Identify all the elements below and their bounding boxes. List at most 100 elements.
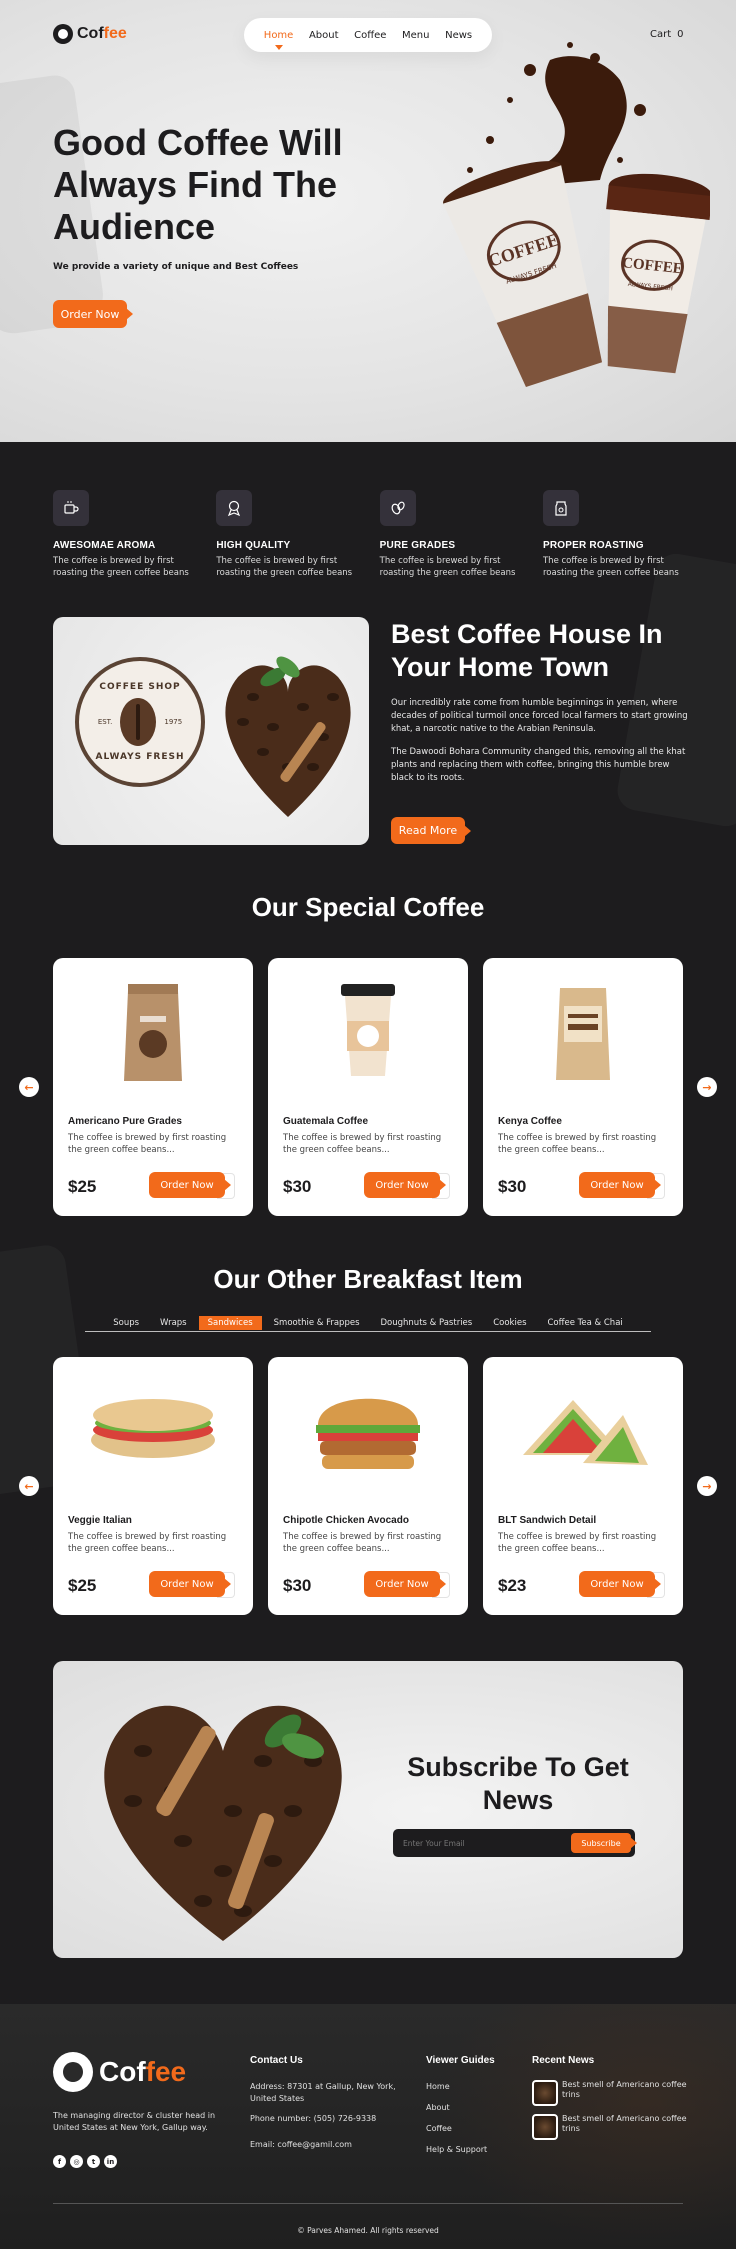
logo-text-prefix: Cof bbox=[99, 2056, 146, 2087]
facebook-icon[interactable]: f bbox=[53, 2155, 66, 2168]
feature-title: HIGH QUALITY bbox=[216, 540, 291, 551]
product-price: $23 bbox=[498, 1576, 527, 1595]
nav-coffee[interactable]: Coffee bbox=[354, 30, 386, 41]
logo-text-prefix: Cof bbox=[77, 25, 104, 42]
logo-icon bbox=[53, 24, 73, 44]
order-now-button[interactable]: Order Now bbox=[579, 1172, 655, 1198]
tab-smoothie-frappes[interactable]: Smoothie & Frappes bbox=[265, 1316, 369, 1330]
badge-est-label: EST. bbox=[97, 718, 113, 726]
linkedin-icon[interactable]: in bbox=[104, 2155, 117, 2168]
special-coffee-cards: Americano Pure Grades The coffee is brew… bbox=[53, 958, 683, 1216]
footer-logo[interactable]: Coffee bbox=[53, 2052, 186, 2092]
about-paragraph: The Dawoodi Bohara Community changed thi… bbox=[391, 747, 686, 783]
special-prev-arrow-icon[interactable]: ← bbox=[19, 1077, 39, 1097]
nav-about[interactable]: About bbox=[309, 30, 339, 41]
recent-news-title: Recent News bbox=[532, 2055, 595, 2066]
about-paragraph: Our incredibly rate come from humble beg… bbox=[391, 698, 688, 734]
news-thumbnail bbox=[532, 2114, 558, 2140]
order-now-button[interactable]: Order Now bbox=[149, 1172, 225, 1198]
order-now-button[interactable]: Order Now bbox=[364, 1172, 440, 1198]
coffee-bag-icon bbox=[542, 490, 579, 526]
product-price: $30 bbox=[283, 1177, 312, 1196]
tab-soups[interactable]: Soups bbox=[104, 1316, 148, 1330]
product-card[interactable]: Kenya Coffee The coffee is brewed by fir… bbox=[483, 958, 683, 1216]
sandwich-image bbox=[53, 1375, 253, 1485]
product-description: The coffee is brewed by first roasting t… bbox=[283, 1532, 442, 1554]
subscribe-title: Subscribe To Get News bbox=[407, 1752, 629, 1815]
nav-news[interactable]: News bbox=[445, 30, 472, 41]
feature-description: The coffee is brewed by first roasting t… bbox=[53, 556, 189, 578]
news-item[interactable]: Best smell of Americano coffee trins bbox=[532, 2080, 692, 2106]
product-name: Guatemala Coffee bbox=[283, 1116, 369, 1127]
tab-wraps[interactable]: Wraps bbox=[151, 1316, 196, 1330]
feature-item: PURE GRADES The coffee is brewed by firs… bbox=[379, 490, 530, 579]
product-price: $25 bbox=[68, 1177, 97, 1196]
breakfast-prev-arrow-icon[interactable]: ← bbox=[19, 1476, 39, 1496]
coffee-bean-icon bbox=[120, 698, 157, 746]
product-card[interactable]: BLT Sandwich Detail The coffee is brewed… bbox=[483, 1357, 683, 1615]
cart-count: 0 bbox=[677, 29, 684, 40]
order-now-button[interactable]: Order Now bbox=[364, 1571, 440, 1597]
contact-email[interactable]: Email: coffee@gamil.com bbox=[250, 2139, 352, 2151]
footer-link-about[interactable]: About bbox=[426, 2102, 450, 2114]
tab-coffee-tea-chai[interactable]: Coffee Tea & Chai bbox=[539, 1316, 632, 1330]
logo-text-accent: fee bbox=[145, 2056, 187, 2087]
product-description: The coffee is brewed by first roasting t… bbox=[498, 1532, 657, 1554]
hero-subtitle: We provide a variety of unique and Best … bbox=[53, 262, 299, 272]
hero-section: Coffee Home About Coffee Menu News Cart … bbox=[0, 0, 736, 442]
breakfast-tabs: Soups Wraps Sandwices Smoothie & Frappes… bbox=[85, 1316, 651, 1332]
coffee-shop-image: COFFEE SHOP EST. 1975 ALWAYS FRESH bbox=[53, 617, 369, 845]
coffee-bean-heart-image bbox=[225, 656, 351, 817]
special-coffee-title: Our Special Coffee bbox=[251, 892, 485, 922]
site-logo[interactable]: Coffee bbox=[53, 24, 127, 44]
breakfast-next-arrow-icon[interactable]: → bbox=[697, 1476, 717, 1496]
coffee-shop-badge: COFFEE SHOP EST. 1975 ALWAYS FRESH bbox=[75, 657, 205, 787]
product-card[interactable]: Chipotle Chicken Avocado The coffee is b… bbox=[268, 1357, 468, 1615]
footer-link-coffee[interactable]: Coffee bbox=[426, 2123, 452, 2135]
feature-description: The coffee is brewed by first roasting t… bbox=[216, 556, 353, 578]
read-more-button[interactable]: Read More bbox=[391, 817, 465, 844]
subscribe-section: Subscribe To Get News Subscribe bbox=[53, 1661, 683, 1958]
instagram-icon[interactable]: ◎ bbox=[70, 2155, 83, 2168]
feature-item: PROPER ROASTING The coffee is brewed by … bbox=[542, 490, 693, 579]
tab-sandwiches[interactable]: Sandwices bbox=[198, 1316, 262, 1330]
tab-cookies[interactable]: Cookies bbox=[484, 1316, 535, 1330]
product-price: $30 bbox=[498, 1177, 527, 1196]
about-title: Best Coffee House In Your Home Town bbox=[391, 619, 663, 682]
cart-link[interactable]: Cart 0 bbox=[650, 29, 684, 40]
product-description: The coffee is brewed by first roasting t… bbox=[68, 1133, 227, 1155]
contact-address: Address: 87301 at Gallup, New York, Unit… bbox=[250, 2082, 396, 2103]
footer-link-home[interactable]: Home bbox=[426, 2081, 450, 2093]
product-name: Kenya Coffee bbox=[498, 1116, 562, 1127]
logo-text-accent: fee bbox=[103, 25, 127, 42]
nav-menu[interactable]: Menu bbox=[402, 30, 429, 41]
tab-doughnuts-pastries[interactable]: Doughnuts & Pastries bbox=[372, 1316, 482, 1330]
hero-order-now-button[interactable]: Order Now bbox=[53, 300, 127, 328]
feature-title: PURE GRADES bbox=[379, 540, 456, 551]
contact-phone[interactable]: Phone number: (505) 726-9338 bbox=[250, 2113, 376, 2125]
feature-item: AWESOMAE AROMA The coffee is brewed by f… bbox=[53, 490, 203, 579]
nav-home[interactable]: Home bbox=[264, 30, 294, 41]
product-name: BLT Sandwich Detail bbox=[498, 1515, 597, 1526]
order-now-button[interactable]: Order Now bbox=[579, 1571, 655, 1597]
contact-title: Contact Us bbox=[250, 2055, 303, 2066]
feature-title: PROPER ROASTING bbox=[542, 540, 644, 551]
product-description: The coffee is brewed by first roasting t… bbox=[283, 1133, 442, 1155]
product-card[interactable]: Guatemala Coffee The coffee is brewed by… bbox=[268, 958, 468, 1216]
email-input[interactable] bbox=[403, 1838, 571, 1848]
order-now-button[interactable]: Order Now bbox=[149, 1571, 225, 1597]
twitter-icon[interactable]: t bbox=[87, 2155, 100, 2168]
feature-description: The coffee is brewed by first roasting t… bbox=[542, 556, 679, 578]
badge-top-text: COFFEE SHOP bbox=[99, 682, 181, 692]
subscribe-button[interactable]: Subscribe bbox=[571, 1833, 631, 1853]
product-card[interactable]: Americano Pure Grades The coffee is brew… bbox=[53, 958, 253, 1216]
social-links: f ◎ t in bbox=[53, 2155, 117, 2168]
decorative-cup-illustration bbox=[614, 551, 736, 830]
special-next-arrow-icon[interactable]: → bbox=[697, 1077, 717, 1097]
footer-link-help[interactable]: Help & Support bbox=[426, 2144, 487, 2156]
copyright-text: © Parves Ahamed. All rights reserved bbox=[297, 2226, 439, 2235]
hero-coffee-cups-image: COFFEE ALWAYS FRESH COFFEE ALWAYS FRESH bbox=[390, 40, 713, 420]
news-item[interactable]: Best smell of Americano coffee trins bbox=[532, 2114, 692, 2140]
cart-label: Cart bbox=[650, 29, 672, 40]
product-card[interactable]: Veggie Italian The coffee is brewed by f… bbox=[53, 1357, 253, 1615]
